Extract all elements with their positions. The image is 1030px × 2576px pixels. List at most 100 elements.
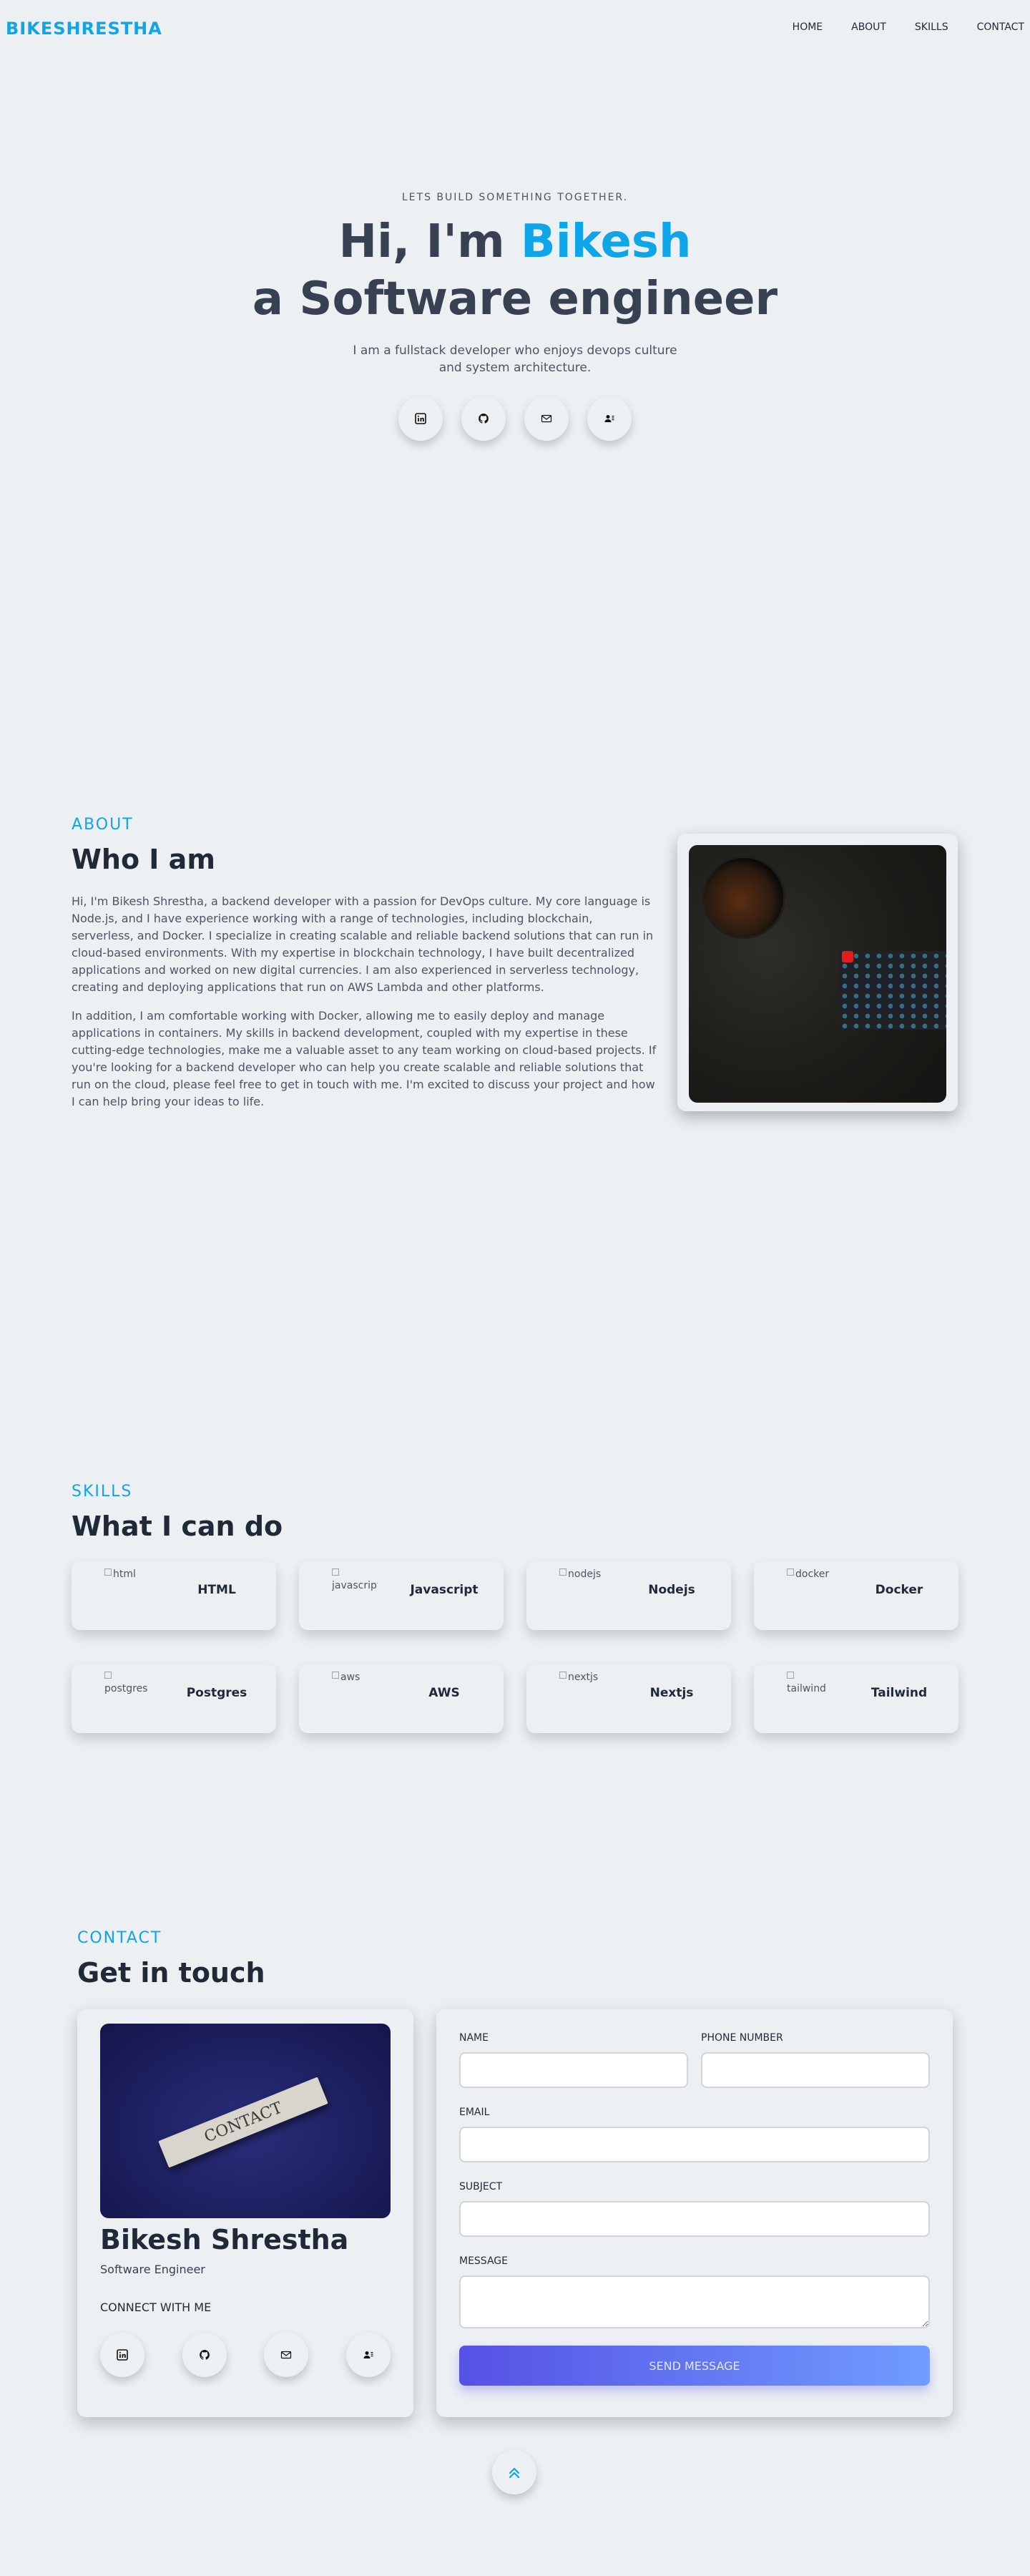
skill-image: nodejs <box>559 1568 605 1597</box>
skill-image: postgres <box>104 1672 150 1700</box>
about-paragraph: Hi, I'm Bikesh Shrestha, a backend devel… <box>72 894 654 994</box>
broken-image-icon <box>104 1568 112 1576</box>
skill-image-alt: postgres <box>104 1683 148 1694</box>
site-logo[interactable]: BIKESHRESTHA <box>6 19 162 39</box>
phone-input[interactable] <box>701 2052 930 2088</box>
subject-input[interactable] <box>459 2201 930 2237</box>
email-button[interactable] <box>524 396 569 441</box>
skill-image-alt: aws <box>340 1672 360 1683</box>
name-input[interactable] <box>459 2052 688 2088</box>
hero-kicker: LETS BUILD SOMETHING TOGETHER. <box>401 192 629 203</box>
hero-social-links <box>0 396 1030 441</box>
skill-image: docker <box>787 1568 833 1597</box>
contact-profile-card: CONTACT Bikesh Shrestha Software Enginee… <box>77 2009 413 2417</box>
phone-label: PHONE NUMBER <box>701 2032 783 2044</box>
broken-image-icon <box>559 1672 566 1679</box>
skill-image: html <box>104 1568 150 1597</box>
email-group: EMAIL <box>459 2107 930 2162</box>
broken-image-icon <box>332 1568 339 1576</box>
github-button[interactable] <box>182 2333 227 2377</box>
scrabble-tiles-text: CONTACT <box>202 2098 285 2147</box>
skill-image-alt: docker <box>795 1568 830 1580</box>
skill-card-javascript: javascript Javascript <box>299 1561 504 1630</box>
github-button[interactable] <box>461 396 506 441</box>
skills-grid: html HTML javascript Javascript nodejs N… <box>72 1561 958 1733</box>
keyboard-image <box>839 951 946 1030</box>
skill-card-html: html HTML <box>72 1561 276 1630</box>
skill-name: AWS <box>428 1686 460 1700</box>
linkedin-button[interactable] <box>398 396 443 441</box>
contact-name: Bikesh Shrestha <box>100 2224 349 2255</box>
contact-role: Software Engineer <box>100 2263 205 2276</box>
skills-section: SKILLS What I can do html HTML javascrip… <box>72 1483 958 1733</box>
nav-link-home[interactable]: HOME <box>793 21 823 33</box>
linkedin-icon <box>415 413 426 424</box>
hero-role: a Software engineer <box>252 273 778 326</box>
linkedin-button[interactable] <box>100 2333 144 2377</box>
contact-photo: CONTACT <box>100 2024 391 2218</box>
subject-label: SUBJECT <box>459 2181 503 2192</box>
email-input[interactable] <box>459 2127 930 2162</box>
red-key-image <box>842 951 853 962</box>
connect-label: CONNECT WITH ME <box>100 2301 212 2314</box>
skill-name: Nextjs <box>649 1686 694 1700</box>
name-group: NAME <box>459 2032 688 2088</box>
skill-image: aws <box>332 1672 378 1700</box>
skill-image-alt: nodejs <box>568 1568 602 1580</box>
hero-name: Bikesh <box>520 215 692 268</box>
skill-card-nodejs: nodejs Nodejs <box>526 1561 731 1630</box>
broken-image-icon <box>104 1672 112 1679</box>
contact-form: NAME PHONE NUMBER EMAIL SUBJECT MESSAGE <box>459 2032 930 2386</box>
github-icon <box>479 414 489 424</box>
resume-button[interactable] <box>587 396 632 441</box>
skill-image-alt: tailwind <box>787 1683 826 1694</box>
about-section: ABOUT Who I am Hi, I'm Bikesh Shrestha, … <box>72 816 958 1111</box>
about-text: Hi, I'm Bikesh Shrestha, a backend devel… <box>72 893 658 1111</box>
message-label: MESSAGE <box>459 2255 508 2267</box>
mail-icon <box>281 2351 292 2359</box>
contact-kicker: CONTACT <box>77 1929 162 1947</box>
form-row: NAME PHONE NUMBER <box>459 2032 930 2088</box>
contact-card-icon <box>604 415 614 422</box>
subject-group: SUBJECT <box>459 2181 930 2237</box>
coffee-mug-image <box>705 858 783 937</box>
skill-card-docker: docker Docker <box>754 1561 958 1630</box>
resume-button[interactable] <box>345 2333 391 2377</box>
skill-name: Tailwind <box>870 1686 928 1700</box>
message-group: MESSAGE <box>459 2255 930 2331</box>
double-chevron-up-icon <box>509 2467 520 2479</box>
email-button[interactable] <box>264 2333 309 2377</box>
about-paragraph: In addition, I am comfortable working wi… <box>72 1009 657 1108</box>
send-message-button[interactable]: SEND MESSAGE <box>459 2346 930 2386</box>
skill-image-alt: javascript <box>332 1580 378 1591</box>
message-textarea[interactable] <box>459 2275 930 2328</box>
about-kicker: ABOUT <box>72 816 134 834</box>
skill-name: Javascript <box>410 1583 479 1597</box>
nav-link-about[interactable]: ABOUT <box>851 21 886 33</box>
phone-group: PHONE NUMBER <box>701 2032 930 2088</box>
skill-image: tailwind <box>787 1672 833 1700</box>
nav-link-contact[interactable]: CONTACT <box>977 21 1024 33</box>
back-to-top-button[interactable] <box>492 2450 536 2494</box>
hero-greeting: Hi, I'm <box>338 215 521 268</box>
skill-image-alt: nextjs <box>568 1672 599 1683</box>
nav-link-skills[interactable]: SKILLS <box>915 21 948 33</box>
skill-card-tailwind: tailwind Tailwind <box>754 1664 958 1733</box>
github-icon <box>199 2350 210 2360</box>
mail-icon <box>541 414 552 423</box>
top-navbar: BIKESHRESTHA HOME ABOUT SKILLS CONTACT <box>0 0 1030 57</box>
hero-title: Hi, I'm Bikesh a Software engineer <box>0 213 1030 328</box>
skill-image-alt: html <box>113 1568 136 1580</box>
hero-description: I am a fullstack developer who enjoys de… <box>353 343 677 375</box>
skill-name: Postgres <box>186 1686 247 1700</box>
scrabble-tiles-image: CONTACT <box>158 2077 328 2168</box>
skill-name: Docker <box>875 1583 923 1597</box>
broken-image-icon <box>332 1672 339 1679</box>
broken-image-icon <box>559 1568 566 1576</box>
workspace-photo <box>689 845 946 1103</box>
broken-image-icon <box>787 1568 794 1576</box>
skill-card-postgres: postgres Postgres <box>72 1664 276 1733</box>
contact-form-card: NAME PHONE NUMBER EMAIL SUBJECT MESSAGE <box>436 2009 953 2417</box>
skill-name: HTML <box>197 1583 236 1597</box>
skill-card-aws: aws AWS <box>299 1664 504 1733</box>
